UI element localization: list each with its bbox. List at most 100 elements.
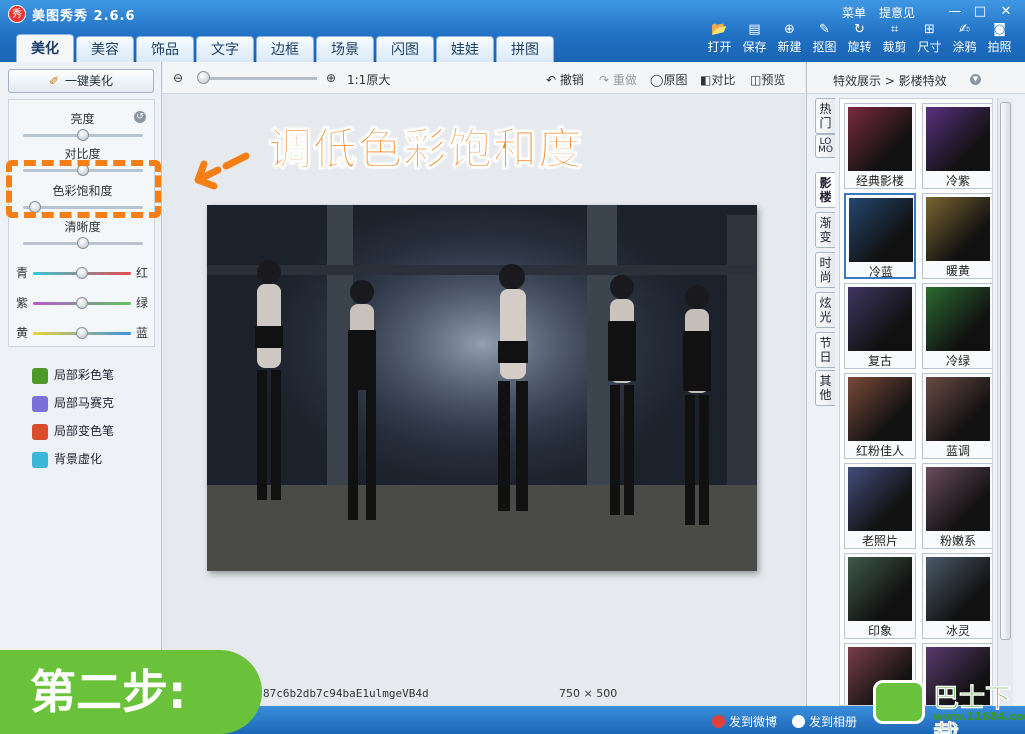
resize-button[interactable]: ⊞ 尺寸 xyxy=(912,22,947,55)
effect-tab[interactable]: 影楼 xyxy=(815,172,835,208)
effect-label: 印象 xyxy=(867,624,892,638)
slider-handle[interactable] xyxy=(76,327,88,339)
effect-thumbnail[interactable]: 经典影楼 xyxy=(844,103,916,189)
tab-6[interactable]: 场景 xyxy=(316,36,374,62)
one-key-beautify-button[interactable]: ✐ 一键美化 xyxy=(8,69,154,93)
tool-item[interactable]: 背景虚化 xyxy=(32,450,102,468)
crop-button[interactable]: ⌗ 裁剪 xyxy=(877,22,912,55)
rotate-button[interactable]: ↻ 旋转 xyxy=(842,22,877,55)
effect-label: 冰灵 xyxy=(945,624,970,638)
minimize-icon[interactable]: — xyxy=(944,3,966,21)
adjust-slider[interactable] xyxy=(23,237,143,249)
toolbar-label: 旋转 xyxy=(847,40,872,54)
step-badge: 第二步: xyxy=(0,650,262,734)
original-button[interactable]: ◯原图 xyxy=(650,71,687,88)
color-balance-slider[interactable] xyxy=(33,297,131,309)
effect-thumbnail[interactable]: 复古 xyxy=(844,283,916,369)
tab-7[interactable]: 闪图 xyxy=(376,36,434,62)
tab-4[interactable]: 文字 xyxy=(196,36,254,62)
zoom-in-icon[interactable]: ⊕ xyxy=(326,71,336,85)
camera-button[interactable]: ◙ 拍照 xyxy=(982,22,1017,55)
tool-item[interactable]: 局部变色笔 xyxy=(32,422,114,440)
color-right-label: 蓝 xyxy=(136,326,149,340)
effect-thumbnail[interactable]: 冷紫 xyxy=(922,103,992,189)
slider-handle[interactable] xyxy=(77,129,89,141)
effect-thumbnail[interactable]: 粉嫩系 xyxy=(922,463,992,549)
effect-thumbnail[interactable]: 冰灵 xyxy=(922,553,992,639)
plus-button[interactable]: ⊕ 新建 xyxy=(772,22,807,55)
preview-button[interactable]: ◫预览 xyxy=(750,71,785,88)
tool-item[interactable]: 局部马赛克 xyxy=(32,394,114,412)
effect-tab[interactable]: 热门 xyxy=(815,98,835,134)
toolbar-label: 新建 xyxy=(777,40,802,54)
tool-label: 背景虚化 xyxy=(54,452,103,466)
effect-tab[interactable]: LOMO xyxy=(815,134,835,158)
toolbar-label: 保存 xyxy=(742,40,767,54)
effect-thumbnail[interactable]: 蓝调 xyxy=(922,373,992,459)
save-button[interactable]: ▤ 保存 xyxy=(737,22,772,55)
cutout-icon: ✎ xyxy=(819,22,830,37)
maximize-icon[interactable]: □ xyxy=(969,3,991,21)
zoom-slider-handle[interactable] xyxy=(197,71,210,84)
zoom-actual-button[interactable]: 1:1原大 xyxy=(347,71,390,88)
effect-label: 冷绿 xyxy=(945,354,970,368)
site-watermark-logo: 巴士下载 www.11684.com xyxy=(873,676,1025,734)
effect-thumbnail[interactable]: 印象 xyxy=(844,553,916,639)
effect-tab[interactable]: 渐变 xyxy=(815,212,835,248)
effect-label: 冷蓝 xyxy=(868,265,893,279)
adjust-slider[interactable] xyxy=(23,129,143,141)
adjust-panel: ✐ 一键美化 ↺ 亮度 对比度 色彩饱和度 清晰度青红紫绿黄蓝 局部彩色笔 局部马赛克 局部… xyxy=(0,62,162,706)
tab-8[interactable]: 娃娃 xyxy=(436,36,494,62)
weibo-icon xyxy=(712,715,725,728)
effect-tab[interactable]: 时尚 xyxy=(815,252,835,288)
effect-preview-image xyxy=(848,377,912,441)
share-album-button[interactable]: 发到相册 xyxy=(792,713,857,730)
tool-label: 局部变色笔 xyxy=(54,424,115,438)
slider-label: 清晰度 xyxy=(64,220,101,234)
effect-preview-image xyxy=(926,377,990,441)
effect-label: 经典影楼 xyxy=(855,174,904,188)
tab-3[interactable]: 饰品 xyxy=(136,36,194,62)
close-icon[interactable]: ✕ xyxy=(995,3,1017,21)
toolbar-label: 裁剪 xyxy=(882,40,907,54)
tab-1[interactable]: 美化 xyxy=(16,34,74,62)
effects-header: 特效展示 > 影楼特效 ▼ xyxy=(807,62,1025,94)
tab-2[interactable]: 美容 xyxy=(76,36,134,62)
effect-thumbnail[interactable]: 暖黄 xyxy=(922,193,992,279)
effect-thumbnail[interactable]: 冷绿 xyxy=(922,283,992,369)
menu-link[interactable]: 菜单 xyxy=(842,4,866,21)
brush-button[interactable]: ✍ 涂鸦 xyxy=(947,22,982,55)
chevron-down-icon[interactable]: ▼ xyxy=(970,74,981,85)
zoom-slider[interactable] xyxy=(199,77,317,80)
zoom-out-icon[interactable]: ⊖ xyxy=(173,71,183,85)
effects-scrollbar[interactable] xyxy=(997,98,1013,706)
feedback-link[interactable]: 提意见 xyxy=(879,4,915,21)
folder-open-button[interactable]: 📂 打开 xyxy=(702,22,737,55)
photo-canvas[interactable] xyxy=(207,205,757,571)
tab-9[interactable]: 拼图 xyxy=(496,36,554,62)
photo-image xyxy=(207,205,757,571)
cutout-button[interactable]: ✎ 抠图 xyxy=(807,22,842,55)
share-weibo-button[interactable]: 发到微博 xyxy=(712,713,777,730)
effects-scrollbar-thumb[interactable] xyxy=(1000,102,1011,640)
toolbar-label: 尺寸 xyxy=(917,40,942,54)
undo-button[interactable]: ↶ 撤销 xyxy=(546,71,584,88)
tab-5[interactable]: 边框 xyxy=(256,36,314,62)
effect-thumbnail[interactable]: 红粉佳人 xyxy=(844,373,916,459)
effect-tab[interactable]: 节日 xyxy=(815,332,835,368)
redo-button[interactable]: ↷ 重做 xyxy=(599,71,637,88)
slider-handle[interactable] xyxy=(76,297,88,309)
tool-item[interactable]: 局部彩色笔 xyxy=(32,366,114,384)
effect-tab[interactable]: 炫光 xyxy=(815,292,835,328)
slider-handle[interactable] xyxy=(77,237,89,249)
resize-icon: ⊞ xyxy=(924,22,935,37)
slider-handle[interactable] xyxy=(76,267,88,279)
effect-thumbnail[interactable]: 冷蓝 xyxy=(844,193,916,279)
effect-preview-image xyxy=(926,557,990,621)
color-balance-slider[interactable] xyxy=(33,327,131,339)
compare-button[interactable]: ◧对比 xyxy=(700,71,735,88)
effect-preview-image xyxy=(926,287,990,351)
effect-tab[interactable]: 其他 xyxy=(815,370,835,406)
color-balance-slider[interactable] xyxy=(33,267,131,279)
effect-thumbnail[interactable]: 老照片 xyxy=(844,463,916,549)
